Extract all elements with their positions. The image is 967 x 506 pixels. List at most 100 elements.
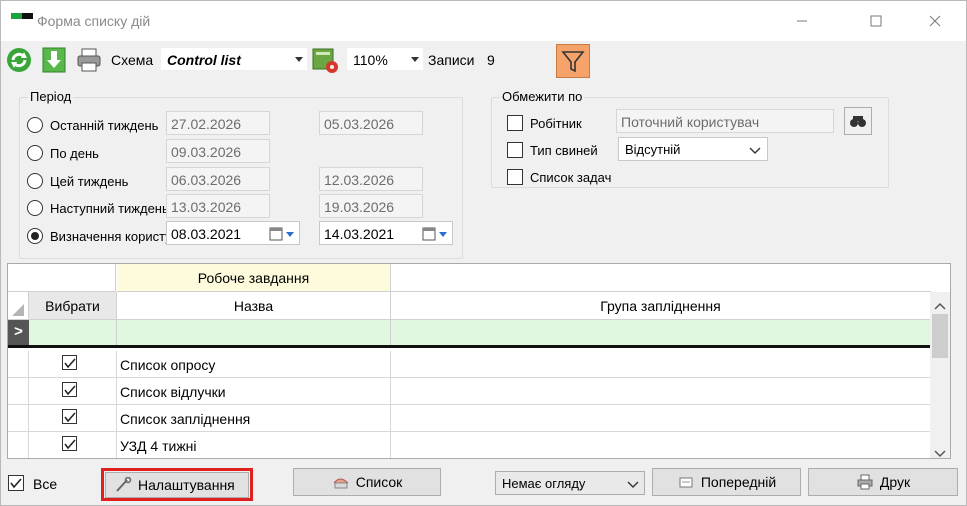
corner-cell <box>8 264 116 292</box>
pig-type-value: Відсутній <box>625 142 681 157</box>
printer-icon <box>856 474 874 490</box>
worker-checkbox[interactable] <box>507 115 523 131</box>
row-header[interactable] <box>8 432 29 458</box>
maximize-icon[interactable] <box>853 1 899 41</box>
next-week-from: 13.03.2026 <box>166 194 270 218</box>
records-count: 9 <box>482 47 550 71</box>
radio-by-day[interactable] <box>27 145 43 161</box>
group-cell[interactable] <box>391 378 930 404</box>
chevron-down-icon <box>295 57 303 62</box>
radio-custom-label: Визначення користувача <box>50 229 166 244</box>
review-select[interactable]: Немає огляду <box>495 471 645 495</box>
name-cell[interactable]: УЗД 4 тижні <box>117 432 391 458</box>
pig-type-label: Тип свиней <box>530 143 598 158</box>
new-row[interactable]: > <box>8 320 930 348</box>
table-row[interactable]: УЗД 4 тижні <box>8 432 930 458</box>
toolbar: Схема Control list 110% Записи 9 <box>1 41 966 79</box>
row-header[interactable] <box>8 351 29 377</box>
print-button[interactable]: Друк <box>808 468 958 496</box>
task-list-checkbox[interactable] <box>507 169 523 185</box>
chevron-down-icon <box>627 478 639 493</box>
group-cell[interactable] <box>391 351 930 377</box>
zoom-value: 110% <box>353 52 388 68</box>
name-cell[interactable]: Список запліднення <box>117 405 391 431</box>
window-title: Форма списку дій <box>37 13 151 29</box>
close-icon[interactable] <box>912 1 958 41</box>
previous-button[interactable]: Попередній <box>652 468 801 496</box>
scroll-thumb[interactable] <box>932 314 948 358</box>
binoculars-icon <box>850 116 866 127</box>
vertical-scrollbar[interactable] <box>930 292 950 458</box>
table-row[interactable]: Список опросу <box>8 351 930 378</box>
radio-next-week[interactable] <box>27 200 43 216</box>
column-header-group[interactable]: Група запліднення <box>391 292 931 320</box>
row-checkbox[interactable] <box>62 436 77 451</box>
action-list-window: Форма списку дій Схема Control list 110%… <box>0 0 967 506</box>
all-checkbox[interactable] <box>8 475 24 491</box>
list-button-label: Список <box>355 474 403 490</box>
period-title: Період <box>28 89 74 104</box>
pig-type-select[interactable]: Відсутній <box>618 137 768 161</box>
row-checkbox[interactable] <box>62 355 77 370</box>
next-week-to: 19.03.2026 <box>319 194 423 218</box>
name-cell[interactable]: Список опросу <box>117 351 391 377</box>
radio-by-day-label: По день <box>50 146 99 161</box>
name-cell[interactable]: Список відлучки <box>117 378 391 404</box>
radio-last-week-label: Останній тиждень <box>50 118 159 133</box>
worker-pick-button[interactable] <box>844 107 872 135</box>
column-header-name[interactable]: Назва <box>117 292 391 320</box>
radio-this-week[interactable] <box>27 173 43 189</box>
group-cell[interactable] <box>391 405 930 431</box>
download-icon[interactable] <box>41 46 69 74</box>
app-icon <box>11 13 33 19</box>
scroll-down-icon[interactable] <box>934 446 946 458</box>
select-cell[interactable] <box>29 351 117 377</box>
select-all-corner[interactable] <box>8 292 29 320</box>
filter-icon[interactable] <box>556 44 590 78</box>
table-row[interactable]: Список запліднення <box>8 405 930 432</box>
radio-last-week[interactable] <box>27 117 43 133</box>
this-week-to: 12.03.2026 <box>319 167 423 191</box>
zoom-select[interactable]: 110% <box>346 47 424 71</box>
last-week-from: 27.02.2026 <box>166 111 270 135</box>
custom-to-date[interactable]: 14.03.2021 <box>319 221 453 245</box>
calendar-dropdown-icon[interactable] <box>422 226 448 242</box>
select-cell[interactable] <box>29 378 117 404</box>
row-checkbox[interactable] <box>62 409 77 424</box>
radio-custom[interactable] <box>27 228 43 244</box>
pig-type-checkbox[interactable] <box>507 142 523 158</box>
task-grid: Робоче завдання Вибрати Назва Група запл… <box>7 263 951 459</box>
column-header-select[interactable]: Вибрати <box>29 292 117 320</box>
group-cell[interactable] <box>391 432 930 458</box>
print-button-label: Друк <box>879 474 911 490</box>
schema-settings-icon[interactable] <box>311 46 339 74</box>
minimize-icon[interactable] <box>779 1 825 41</box>
preview-icon <box>677 474 695 490</box>
schema-label: Схема <box>111 52 154 68</box>
scroll-up-icon[interactable] <box>934 298 946 313</box>
new-row-marker: > <box>8 320 29 345</box>
all-label: Все <box>33 476 58 492</box>
review-value: Немає огляду <box>502 476 586 491</box>
select-cell[interactable] <box>29 405 117 431</box>
task-list-label: Список задач <box>530 170 612 185</box>
chevron-down-icon <box>411 57 419 62</box>
restrict-title: Обмежити по <box>500 89 585 104</box>
by-day-date: 09.03.2026 <box>166 139 270 163</box>
row-header[interactable] <box>8 378 29 404</box>
calendar-dropdown-icon[interactable] <box>269 226 295 242</box>
row-header[interactable] <box>8 405 29 431</box>
table-row[interactable]: Список відлучки <box>8 378 930 405</box>
row-checkbox[interactable] <box>62 382 77 397</box>
refresh-icon[interactable] <box>5 46 33 74</box>
custom-from-date[interactable]: 08.03.2021 <box>166 221 300 245</box>
schema-select[interactable]: Control list <box>160 47 308 71</box>
group-header-empty <box>391 264 931 292</box>
previous-button-label: Попередній <box>700 474 777 490</box>
group-header-work-task: Робоче завдання <box>117 264 391 292</box>
list-button[interactable]: Список <box>293 468 441 496</box>
printer-icon[interactable] <box>75 46 103 74</box>
schema-value: Control list <box>167 52 241 68</box>
select-cell[interactable] <box>29 432 117 458</box>
worker-label: Робітник <box>530 116 582 131</box>
